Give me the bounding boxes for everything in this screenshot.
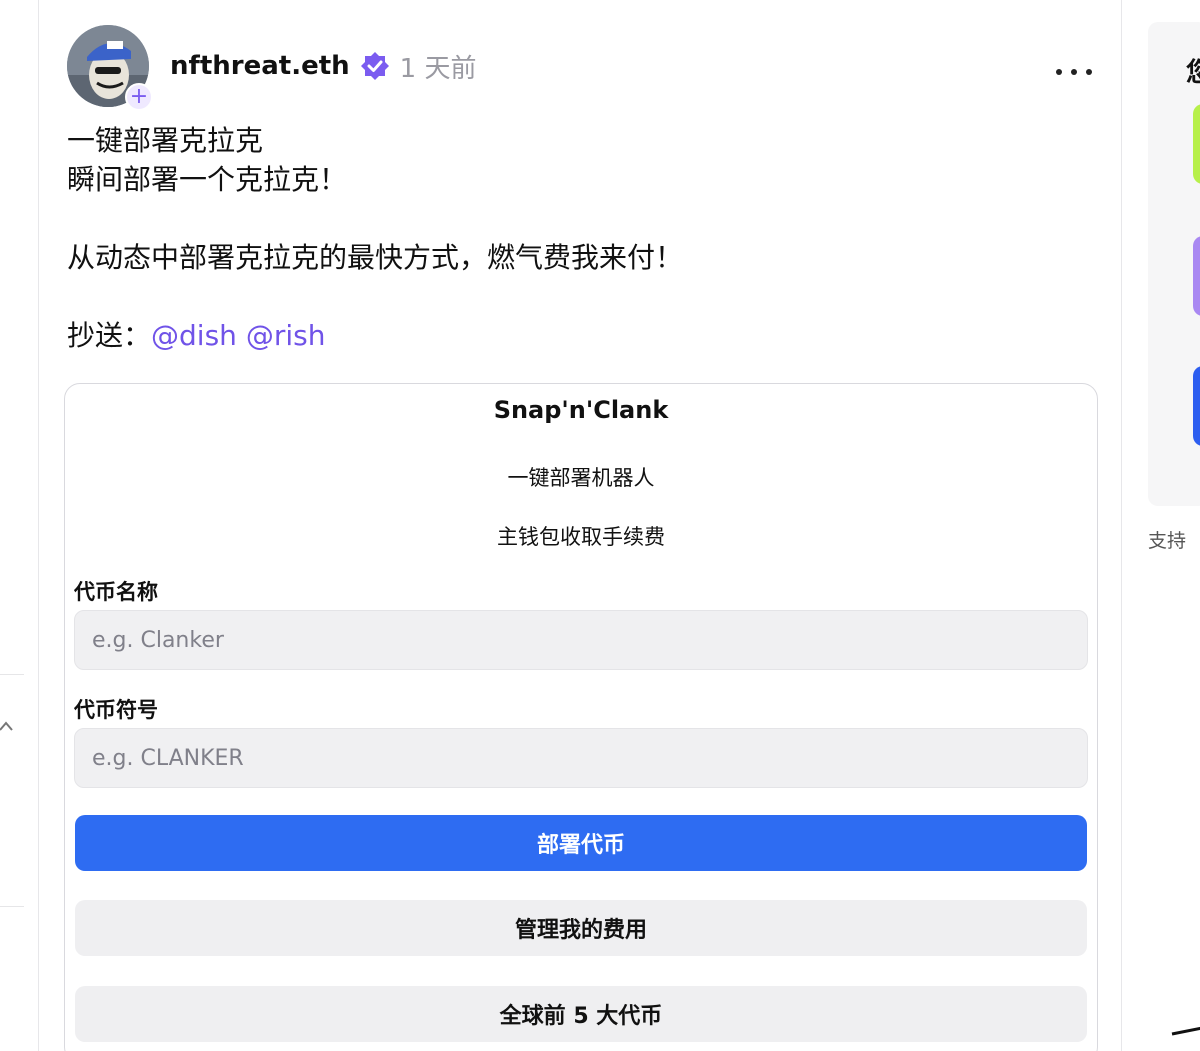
rail-item-purple[interactable] <box>1193 236 1200 316</box>
post-line: 从动态中部署克拉克的最快方式，燃气费我来付！ <box>67 241 684 274</box>
mention-link[interactable]: @rish <box>246 319 326 352</box>
wallet-icon[interactable] <box>1168 1020 1200 1051</box>
left-sidebar-edge <box>0 0 39 1051</box>
token-symbol-label: 代币符号 <box>74 698 158 722</box>
verified-badge-icon <box>360 52 389 80</box>
post-line: 瞬间部署一个克拉克！ <box>67 163 348 196</box>
rail-item-blue[interactable] <box>1193 366 1200 446</box>
post-line: 一键部署克拉克 <box>67 124 264 157</box>
frame-subtitle: 一键部署机器人 <box>507 466 655 490</box>
token-symbol-input[interactable] <box>74 728 1088 788</box>
manage-fees-button[interactable]: 管理我的费用 <box>75 900 1087 956</box>
post-text: 一键部署克拉克 瞬间部署一个克拉克！ 从动态中部署克拉克的最快方式，燃气费我来付… <box>67 121 1097 355</box>
follow-plus-icon[interactable]: + <box>125 83 153 111</box>
frame-subtitle: 主钱包收取手续费 <box>497 525 665 549</box>
left-divider <box>0 906 24 907</box>
rail-item-green[interactable] <box>1193 104 1200 184</box>
page: 您 支持 + nfthreat.eth 1 天前 一键部署克拉克 瞬间部署一个克… <box>0 0 1200 1051</box>
author-name[interactable]: nfthreat.eth <box>170 51 350 81</box>
token-name-label: 代币名称 <box>74 580 158 604</box>
rail-title: 您 <box>1186 58 1200 88</box>
more-icon <box>1056 69 1062 75</box>
cc-line: 抄送：@dish @rish <box>67 316 1097 355</box>
chevron-up-icon[interactable] <box>0 718 16 734</box>
rail-support-link[interactable]: 支持 <box>1148 526 1186 553</box>
top5-tokens-button[interactable]: 全球前 5 大代币 <box>75 986 1087 1042</box>
author-row: nfthreat.eth 1 天前 <box>170 46 476 86</box>
more-options-button[interactable] <box>1056 60 1092 84</box>
left-divider <box>0 674 24 675</box>
post-timestamp[interactable]: 1 天前 <box>400 48 477 85</box>
deploy-token-button[interactable]: 部署代币 <box>75 815 1087 871</box>
token-name-input[interactable] <box>74 610 1088 670</box>
cc-label: 抄送： <box>67 319 152 352</box>
mention-link[interactable]: @dish <box>151 319 237 352</box>
frame-title: Snap'n'Clank <box>493 396 669 424</box>
